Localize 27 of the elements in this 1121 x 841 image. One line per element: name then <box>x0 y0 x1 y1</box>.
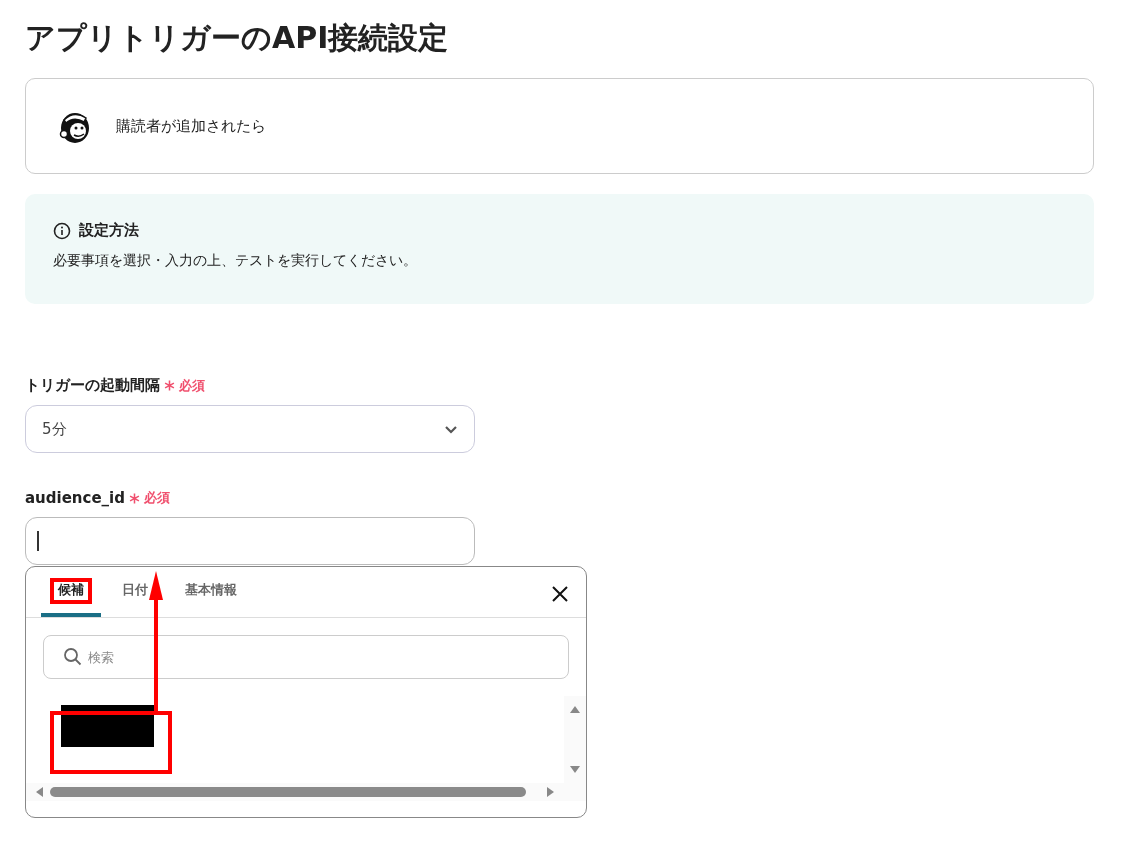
vertical-scrollbar[interactable] <box>564 696 586 783</box>
highlight-frame <box>50 578 92 604</box>
page-title: アプリトリガーのAPI接続設定 <box>25 19 450 57</box>
asterisk-icon <box>129 492 140 504</box>
required-label: 必須 <box>144 489 170 507</box>
scroll-down-icon[interactable] <box>569 765 581 775</box>
popup-tab[interactable]: 候補 <box>41 567 101 617</box>
search-field[interactable]: 検索 <box>43 635 569 679</box>
trigger-label: 購読者が追加されたら <box>116 116 266 136</box>
field-label: トリガーの起動間隔 <box>25 376 160 395</box>
info-icon <box>53 221 71 240</box>
chevron-down-icon <box>444 424 458 434</box>
search-icon <box>63 647 82 666</box>
asterisk-icon <box>164 380 175 391</box>
scroll-up-icon[interactable] <box>569 704 581 714</box>
close-icon[interactable] <box>551 585 569 603</box>
scroll-right-icon[interactable] <box>546 786 556 798</box>
scroll-left-icon[interactable] <box>34 786 44 798</box>
popup-tab[interactable]: 基本情報 <box>185 567 237 617</box>
required-label: 必須 <box>179 376 205 395</box>
info-text: 必要事項を選択・入力の上、テストを実行してください。 <box>53 252 418 270</box>
popup-tab[interactable]: 日付 <box>122 567 148 617</box>
horizontal-scrollbar[interactable] <box>26 783 586 801</box>
info-title: 設定方法 <box>79 221 139 240</box>
field-label: audience_id <box>25 489 125 507</box>
audience-id-input[interactable] <box>25 517 475 565</box>
interval-select[interactable]: 5分 <box>25 405 475 453</box>
